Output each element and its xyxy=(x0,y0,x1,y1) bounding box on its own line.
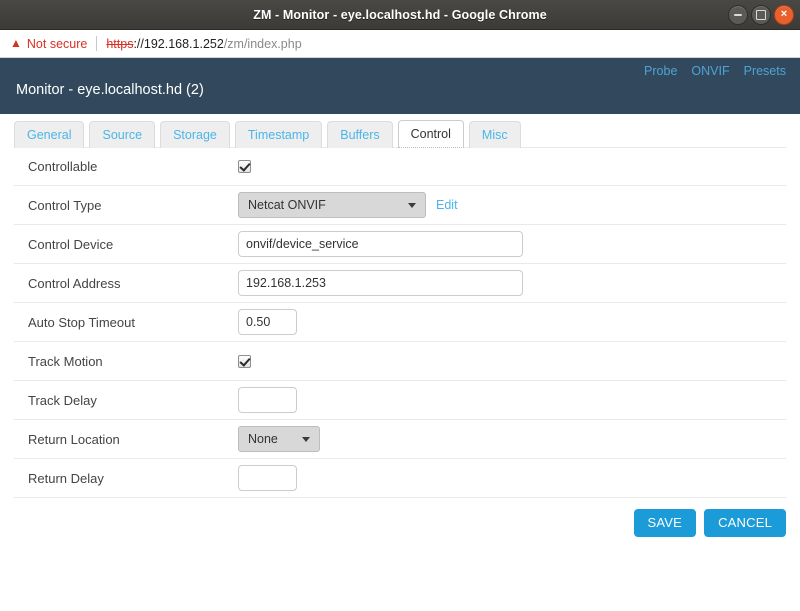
label-control-address: Control Address xyxy=(28,275,121,291)
return-location-select[interactable]: None xyxy=(238,426,320,452)
url-path: /zm/index.php xyxy=(223,36,302,51)
row-return-delay: Return Delay xyxy=(14,459,786,498)
form-actions: SAVE CANCEL xyxy=(0,498,800,537)
window-controls: × xyxy=(728,0,794,29)
nav-link-onvif[interactable]: ONVIF xyxy=(691,64,729,78)
field-auto-stop-timeout xyxy=(238,309,297,335)
maximize-icon[interactable] xyxy=(751,4,771,25)
label-track-delay: Track Delay xyxy=(28,392,97,408)
row-control-address: Control Address xyxy=(14,264,786,303)
row-return-location: Return Location None xyxy=(14,420,786,459)
save-button[interactable]: SAVE xyxy=(633,509,697,537)
page-title: Monitor - eye.localhost.hd (2) xyxy=(16,82,204,98)
auto-stop-timeout-input[interactable] xyxy=(238,309,297,335)
control-address-input[interactable] xyxy=(238,270,523,296)
nav-link-probe[interactable]: Probe xyxy=(644,64,677,78)
label-controllable: Controllable xyxy=(28,159,98,174)
cancel-button[interactable]: CANCEL xyxy=(704,509,786,537)
close-icon[interactable]: × xyxy=(774,4,794,25)
tab-general[interactable]: General xyxy=(14,121,85,148)
window-title: ZM - Monitor - eye.localhost.hd - Google… xyxy=(253,7,547,22)
tab-control[interactable]: Control xyxy=(397,120,464,148)
label-control-type: Control Type xyxy=(28,197,102,213)
security-status-label[interactable]: Not secure xyxy=(27,37,87,51)
chevron-down-icon xyxy=(302,436,310,442)
control-type-value: Netcat ONVIF xyxy=(248,198,326,212)
header-nav: Probe ONVIF Presets xyxy=(644,64,786,78)
field-track-delay xyxy=(238,387,297,413)
tab-storage[interactable]: Storage xyxy=(160,121,230,148)
minimize-icon[interactable] xyxy=(728,4,748,25)
label-control-device: Control Device xyxy=(28,236,114,252)
row-control-device: Control Device xyxy=(14,225,786,264)
control-type-edit-link[interactable]: Edit xyxy=(436,198,458,212)
label-auto-stop-timeout: Auto Stop Timeout xyxy=(28,314,135,330)
return-location-value: None xyxy=(248,432,278,446)
tab-timestamp[interactable]: Timestamp xyxy=(234,121,323,148)
field-control-address xyxy=(238,270,523,296)
row-track-delay: Track Delay xyxy=(14,381,786,420)
page-header: Probe ONVIF Presets Monitor - eye.localh… xyxy=(0,58,800,114)
row-control-type: Control Type Netcat ONVIF Edit xyxy=(14,186,786,225)
control-settings-form: Controllable Control Type Netcat ONVIF E… xyxy=(0,147,800,498)
row-track-motion: Track Motion xyxy=(14,342,786,381)
row-auto-stop-timeout: Auto Stop Timeout xyxy=(14,303,786,342)
control-device-input[interactable] xyxy=(238,231,523,257)
controllable-checkbox[interactable] xyxy=(238,160,251,173)
label-track-motion: Track Motion xyxy=(28,353,103,369)
row-controllable: Controllable xyxy=(14,147,786,186)
track-motion-checkbox[interactable] xyxy=(238,354,251,368)
tab-misc[interactable]: Misc xyxy=(468,121,521,148)
track-delay-input[interactable] xyxy=(238,387,297,413)
urlbar-divider xyxy=(96,36,98,51)
control-type-select[interactable]: Netcat ONVIF xyxy=(238,192,426,218)
nav-link-presets[interactable]: Presets xyxy=(744,64,786,78)
url-scheme: https xyxy=(106,36,134,51)
field-control-type: Netcat ONVIF Edit xyxy=(238,192,458,218)
chevron-down-icon xyxy=(408,202,416,208)
field-track-motion xyxy=(238,354,251,368)
field-return-delay xyxy=(238,465,297,491)
url-host: 192.168.1.252 xyxy=(143,36,224,51)
field-controllable xyxy=(238,160,251,173)
field-control-device xyxy=(238,231,523,257)
tab-buffers[interactable]: Buffers xyxy=(327,121,393,148)
tab-source[interactable]: Source xyxy=(89,121,156,148)
return-delay-input[interactable] xyxy=(238,465,297,491)
window-titlebar: ZM - Monitor - eye.localhost.hd - Google… xyxy=(0,0,800,30)
label-return-location: Return Location xyxy=(28,431,120,447)
warning-triangle-icon: ▲ xyxy=(10,36,22,50)
tab-bar: General Source Storage Timestamp Buffers… xyxy=(0,114,800,148)
field-return-location: None xyxy=(238,426,320,452)
browser-urlbar[interactable]: ▲ Not secure https://192.168.1.252/zm/in… xyxy=(0,30,800,58)
url-text[interactable]: https://192.168.1.252/zm/index.php xyxy=(106,37,301,51)
url-separator: :// xyxy=(133,36,144,51)
label-return-delay: Return Delay xyxy=(28,470,104,486)
